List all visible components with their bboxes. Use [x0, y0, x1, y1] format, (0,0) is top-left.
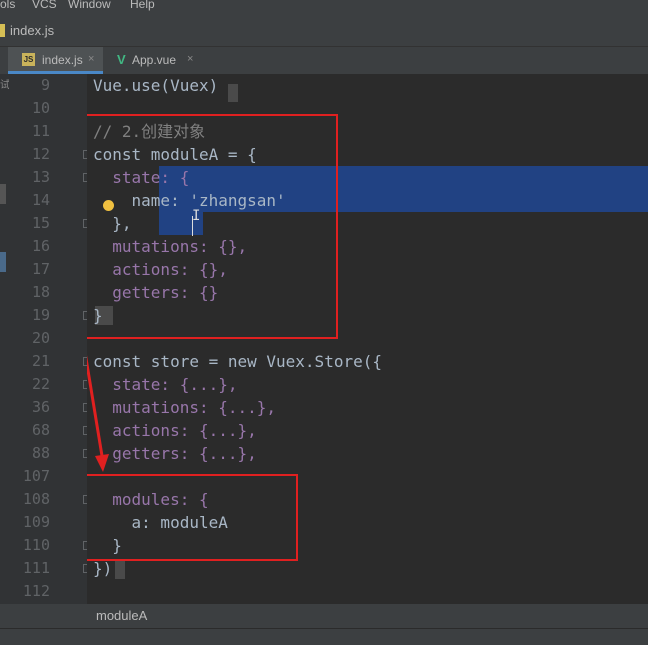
close-icon[interactable]: ×: [88, 53, 94, 65]
tab-app-vue[interactable]: V App.vue ×: [103, 47, 203, 74]
menu-bar: ols VCS Window Help: [0, 0, 648, 14]
line-number: 68: [31, 421, 50, 439]
vue-file-icon: V: [117, 52, 126, 67]
tab-index-js[interactable]: JS index.js ×: [8, 47, 103, 74]
menu-tools[interactable]: ols: [0, 0, 15, 11]
line-number: 107: [22, 467, 50, 485]
breadcrumb-file[interactable]: index.js: [10, 23, 54, 38]
line-number: 36: [31, 398, 50, 416]
line-number: 112: [22, 582, 50, 600]
line-number: 108: [22, 490, 50, 508]
line-number: 18: [31, 283, 50, 301]
tool-window-marker: [0, 184, 6, 204]
line-number: 20: [31, 329, 50, 347]
bottom-bar: [0, 628, 648, 645]
line-number: 16: [31, 237, 50, 255]
menu-help[interactable]: Help: [130, 0, 155, 11]
line-number: 88: [31, 444, 50, 462]
line-number: 13: [31, 168, 50, 186]
js-file-icon: JS: [22, 53, 35, 66]
code-editor[interactable]: I Vue.use(Vuex) // 2.创建对象 const moduleA …: [87, 74, 648, 604]
tab-label: index.js: [42, 53, 83, 67]
annotation-arrow-icon: [87, 355, 109, 472]
line-number: 9: [40, 76, 50, 94]
tool-window-marker: [0, 252, 6, 272]
breadcrumb: index.js: [0, 14, 648, 47]
tool-window-strip: 试: [0, 74, 10, 604]
line-number: 11: [31, 122, 50, 140]
line-number: 15: [31, 214, 50, 232]
line-number-gutter: 9 10 11 12 13 14 15 16 17 18 19 20 21 22…: [9, 74, 92, 604]
line-number: 111: [22, 559, 50, 577]
status-bar: moduleA: [0, 604, 648, 628]
status-symbol: moduleA: [96, 608, 148, 623]
line-number: 12: [31, 145, 50, 163]
line-number: 109: [22, 513, 50, 531]
line-number: 17: [31, 260, 50, 278]
menu-vcs[interactable]: VCS: [32, 0, 57, 11]
line-number: 22: [31, 375, 50, 393]
line-number: 110: [22, 536, 50, 554]
js-file-icon: [0, 24, 5, 37]
line-number: 10: [31, 99, 50, 117]
tab-label: App.vue: [132, 53, 177, 67]
line-number: 21: [31, 352, 50, 370]
editor-tab-bar: JS index.js × V App.vue ×: [0, 47, 648, 74]
menu-window[interactable]: Window: [68, 0, 111, 11]
line-number: 14: [31, 191, 50, 209]
close-icon[interactable]: ×: [187, 53, 193, 65]
line-number: 19: [31, 306, 50, 324]
